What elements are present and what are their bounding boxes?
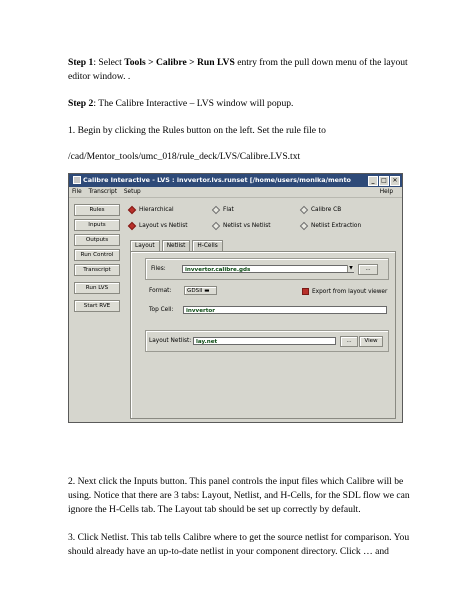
top-cell-input[interactable]: invvertor [183,306,387,314]
checkbox-checked-icon [302,288,309,295]
layout-netlist-input[interactable]: lay.net [193,337,336,345]
window-icon [73,176,81,184]
outputs-button[interactable]: Outputs [74,234,120,246]
run-control-button[interactable]: Run Control [74,249,120,261]
menu-transcript[interactable]: Transcript [89,189,117,195]
inputs-button[interactable]: Inputs [74,219,120,231]
format-select[interactable]: GDSII ▬ [184,286,217,295]
radio-selected-icon [127,221,137,230]
step2-lead: Step 2 [68,98,94,109]
netlist-browse-button[interactable]: ... [340,336,358,347]
step1-lead: Step 1 [68,57,94,68]
radio-netlist-extraction[interactable]: Netlist Extraction [299,221,361,231]
view-button[interactable]: View [359,336,383,347]
step1-menu-path: Tools > Calibre > Run LVS [124,57,235,68]
layout-netlist-label: Layout Netlist: [149,338,192,344]
radio-empty-icon [299,205,309,214]
format-label: Format: [149,288,172,294]
inputs-tab-bar: Layout Netlist H-Cells [130,240,225,252]
radio-flat[interactable]: Flat [211,205,234,215]
rule-path-line: /cad/Mentor_tools/umc_018/rule_deck/LVS/… [68,151,301,162]
radio-empty-icon [211,221,221,230]
mode-radio-group: Layout vs Netlist Netlist vs Netlist Net… [127,221,399,231]
radio-empty-icon [299,221,309,230]
hierarchy-radio-group: Hierarchical Flat Calibre CB [127,205,399,215]
item3-paragraph: 3. Click Netlist. This tab tells Calibre… [68,532,410,557]
step2-text: : The Calibre Interactive – LVS window w… [93,98,294,109]
tab-netlist[interactable]: Netlist [161,240,191,251]
item1-paragraph: 1. Begin by clicking the Rules button on… [68,125,326,136]
step2-paragraph: Step 2: The Calibre Interactive – LVS wi… [68,97,413,111]
window-titlebar: Calibre Interactive - LVS : invvertor.lv… [69,174,402,187]
layout-netlist-group: Layout Netlist: lay.net ... View [145,330,389,352]
side-button-column: Rules Inputs Outputs Run Control Transcr… [74,204,120,315]
calibre-lvs-window: Calibre Interactive - LVS : invvertor.lv… [68,173,403,423]
top-cell-label: Top Cell: [149,307,174,313]
files-label: Files: [151,266,166,272]
files-browse-button[interactable]: ... [358,264,378,275]
files-group: Files: invvertor.calibre.gds ▼ ... [145,258,389,280]
menu-help[interactable]: Help [380,187,393,197]
minimize-button[interactable]: _ [368,176,378,186]
export-from-layout-viewer[interactable]: Export from layout viewer [302,288,387,295]
tab-h-cells[interactable]: H-Cells [192,240,223,251]
menu-file[interactable]: File [72,189,82,195]
chevron-down-icon[interactable]: ▼ [347,265,354,272]
item2-paragraph: 2. Next click the Inputs button. This pa… [68,476,410,515]
window-title: Calibre Interactive - LVS : invvertor.lv… [83,176,351,184]
transcript-button[interactable]: Transcript [74,264,120,276]
radio-selected-icon [127,205,137,214]
menubar: File Transcript Setup Help [69,187,402,198]
radio-layout-vs-netlist[interactable]: Layout vs Netlist [127,221,188,231]
files-input[interactable]: invvertor.calibre.gds [182,265,354,273]
close-button[interactable]: ✕ [390,176,400,186]
step1-paragraph: Step 1: Select Tools > Calibre > Run LVS… [68,56,413,84]
maximize-button[interactable]: □ [379,176,389,186]
radio-calibre-cb[interactable]: Calibre CB [299,205,341,215]
run-lvs-button[interactable]: Run LVS [74,282,120,294]
option-menu-icon: ▬ [204,288,210,294]
radio-netlist-vs-netlist[interactable]: Netlist vs Netlist [211,221,271,231]
start-rve-button[interactable]: Start RVE [74,300,120,312]
step1-pre: : Select [93,57,125,68]
rules-button[interactable]: Rules [74,204,120,216]
radio-hierarchical[interactable]: Hierarchical [127,205,174,215]
menu-setup[interactable]: Setup [124,189,141,195]
radio-empty-icon [211,205,221,214]
